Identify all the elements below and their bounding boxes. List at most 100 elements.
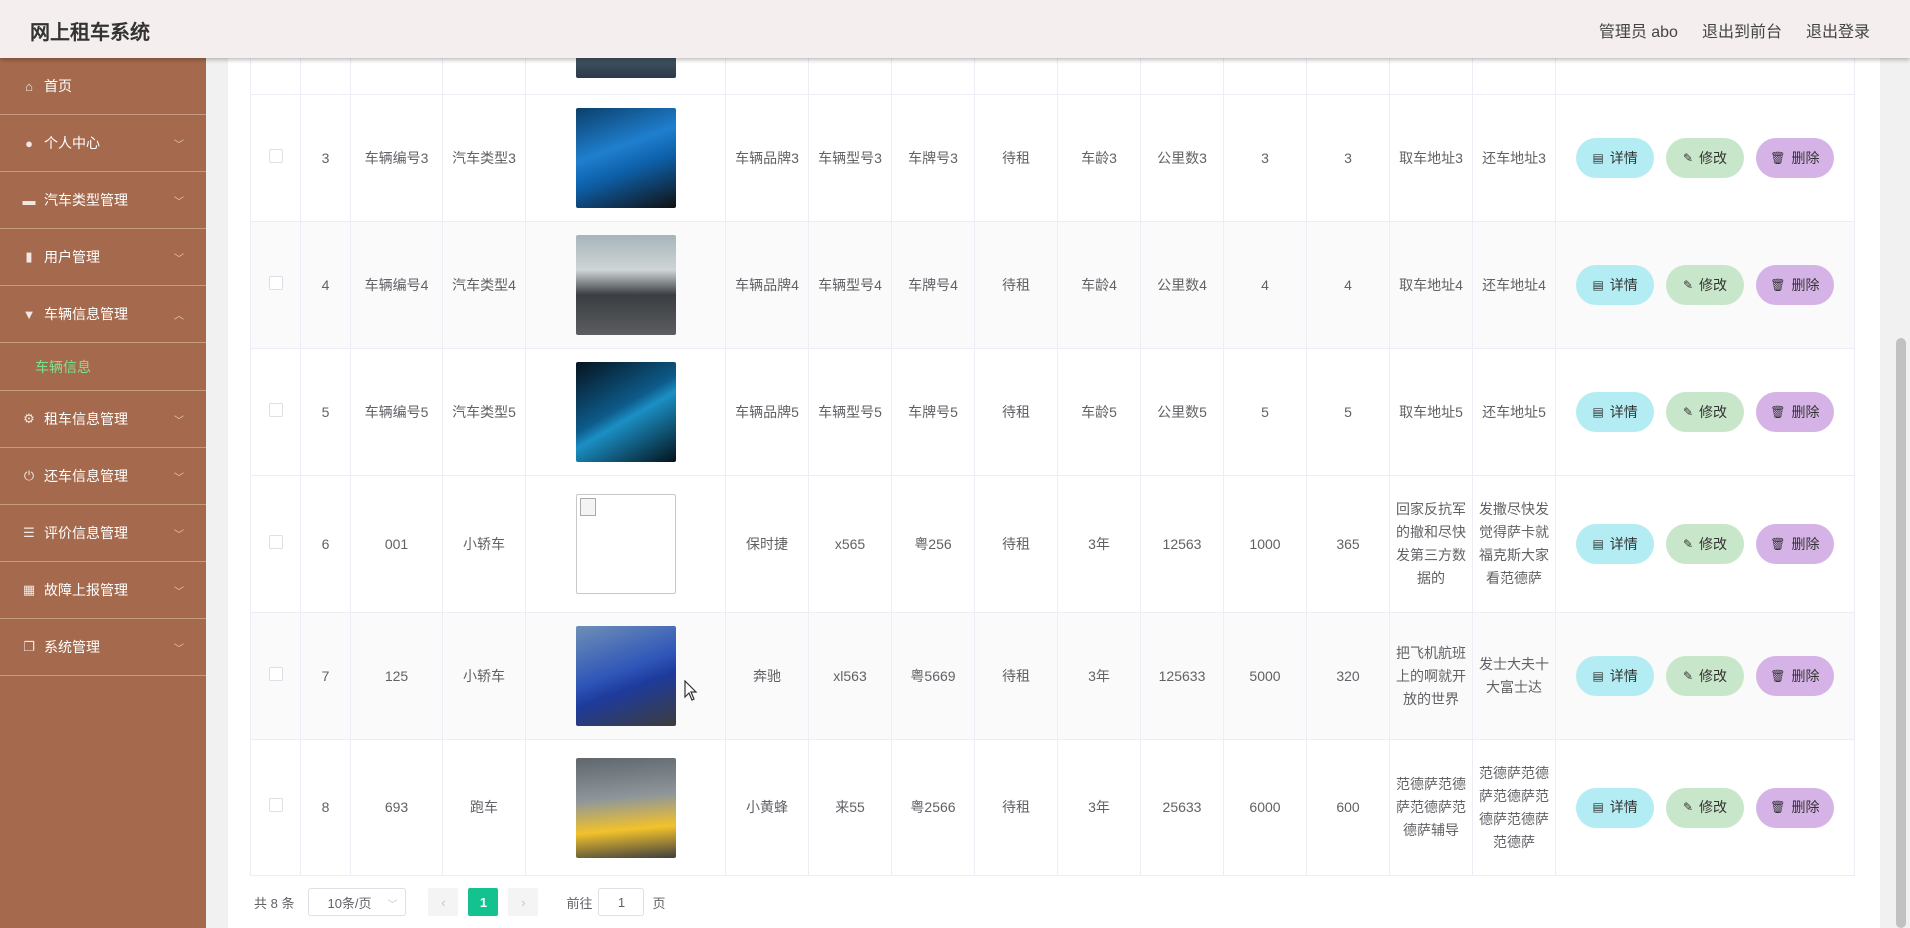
row-checkbox-cell [250,348,301,476]
edit-button[interactable]: ✎ 修改 [1666,656,1744,696]
chevron-down-icon: ﹀ [174,587,184,598]
trash-icon: 🗑 [1770,277,1786,292]
sidebar-item-label: 汽车类型管理 [44,192,128,208]
sidebar-subitem-vehicle-info[interactable]: 车辆信息 [0,343,206,391]
chevron-down-icon: ﹀ [174,140,184,151]
vehicle-model: 来55 [808,739,892,876]
sidebar-item-faults[interactable]: ▦ 故障上报管理 ﹀ [0,562,206,619]
detail-button[interactable]: ▤ 详情 [1576,392,1655,432]
chevron-down-icon: ﹀ [174,530,184,541]
sidebar-item-users[interactable]: ▮ 用户管理 ﹀ [0,229,206,286]
sidebar-item-rental[interactable]: ⚙ 租车信息管理 ﹀ [0,391,206,448]
page-number-current[interactable]: 1 [468,888,499,916]
delete-button[interactable]: 🗑 删除 [1755,392,1834,432]
delete-button[interactable]: 🗑 删除 [1755,524,1834,564]
row-actions: ▤ 详情 ✎ 修改 🗑 删除 [1555,739,1855,876]
briefcase-icon: ▬ [22,192,36,208]
delete-button[interactable]: 🗑 删除 [1755,787,1834,828]
prev-page-button[interactable]: ‹ [428,888,459,916]
admin-user-label[interactable]: 管理员 abo [1599,18,1678,42]
back-to-front-link[interactable]: 退出到前台 [1702,18,1782,42]
top-header: 网上租车系统 管理员 abo 退出到前台 退出登录 [0,0,1910,58]
row-checkbox[interactable] [268,402,283,417]
edit-button[interactable]: ✎ 修改 [1666,392,1744,432]
vehicle-value-2: 600 [1306,739,1390,876]
row-checkbox[interactable] [268,798,283,812]
sidebar-item-profile[interactable]: ● 个人中心 ﹀ [0,115,206,172]
page-size-select[interactable]: 10条/页 ﹀ [308,888,407,916]
detail-button[interactable]: ▤ 详情 [1576,138,1655,178]
row-checkbox[interactable] [268,275,283,290]
chevron-down-icon: ﹀ [174,254,184,265]
vehicle-mileage: 公里数5 [1140,348,1224,476]
edit-button[interactable]: ✎ 修改 [1666,138,1744,178]
delete-button[interactable]: 🗑 删除 [1755,138,1834,178]
scrollbar-thumb[interactable] [1896,338,1906,928]
sidebar-item-return[interactable]: ⏻ 还车信息管理 ﹀ [0,448,206,505]
sidebar-item-home[interactable]: ⌂ 首页 [0,58,206,115]
row-checkbox[interactable] [268,666,283,681]
vehicle-plate: 车牌号4 [891,221,975,349]
vehicle-value-1: 5000 [1223,612,1307,740]
vehicle-model: x565 [808,475,892,613]
vehicle-status: 待租 [974,94,1058,222]
row-index: 7 [300,612,351,740]
photo-cell [525,612,726,740]
button-label: 详情 [1609,535,1638,552]
sidebar-item-vehicle-info[interactable]: ▼ 车辆信息管理 ︿ [0,286,206,343]
grid-icon: ▦ [22,582,36,597]
vehicle-value-2: 4 [1306,221,1390,349]
pickup-address: 取车地址3 [1389,94,1473,222]
row-index: 8 [300,739,351,876]
button-label: 详情 [1609,276,1638,293]
vehicle-value-1: 5 [1223,348,1307,476]
detail-button[interactable]: ▤ 详情 [1576,265,1655,305]
vehicle-age: 车龄4 [1057,221,1141,349]
vehicle-status: 待租 [974,221,1058,349]
vehicle-type: 汽车类型4 [442,221,526,349]
goto-page-input[interactable]: 1 [598,888,645,916]
trash-icon: 🗑 [1770,668,1786,683]
vehicle-value-1: 6000 [1223,739,1307,876]
row-actions: ▤ 详情 ✎ 修改 🗑 删除 [1555,475,1855,613]
button-label: 修改 [1699,276,1728,293]
vehicle-model: 车辆型号3 [808,94,892,222]
sidebar-item-car-type[interactable]: ▬ 汽车类型管理 ﹀ [0,172,206,229]
edit-button[interactable]: ✎ 修改 [1666,265,1744,305]
row-checkbox-cell [250,475,301,613]
pencil-icon: ✎ [1682,150,1694,165]
vehicle-mileage: 公里数4 [1140,221,1224,349]
vehicle-age: 车龄3 [1057,94,1141,222]
vehicle-brand: 小黄蜂 [725,739,809,876]
vehicle-code: 车辆编号3 [350,94,443,222]
sidebar-item-reviews[interactable]: ☰ 评价信息管理 ﹀ [0,505,206,562]
sidebar-item-system[interactable]: ❐ 系统管理 ﹀ [0,619,206,676]
edit-button[interactable]: ✎ 修改 [1666,787,1744,828]
document-icon: ▤ [1592,536,1604,551]
next-page-button[interactable]: › [508,888,539,916]
delete-button[interactable]: 🗑 删除 [1755,656,1834,696]
detail-button[interactable]: ▤ 详情 [1576,656,1655,696]
detail-button[interactable]: ▤ 详情 [1576,787,1655,828]
edit-button[interactable]: ✎ 修改 [1666,524,1744,564]
return-address: 发撒尽快发觉得萨卡就福克斯大家看范德萨 [1472,475,1556,613]
logout-link[interactable]: 退出登录 [1806,18,1870,42]
vehicle-value-2: 5 [1306,348,1390,476]
button-label: 详情 [1609,149,1638,166]
vehicle-plate: 粤256 [891,475,975,613]
vehicle-code: 车辆编号4 [350,221,443,349]
table-row: 6 001 小轿车 保时捷 x565 粤256 待租 3年 12563 1000… [250,475,1855,613]
settings-icon: ⚙ [23,411,35,426]
button-label: 删除 [1791,403,1820,420]
delete-button[interactable]: 🗑 删除 [1755,265,1834,305]
pin-icon: ▼ [22,306,36,322]
button-label: 修改 [1699,799,1728,815]
row-checkbox[interactable] [268,148,283,163]
page-scrollbar[interactable] [1892,58,1910,928]
row-checkbox[interactable] [268,534,283,549]
table-row: 7 125 小轿车 奔驰 xl563 粤5669 待租 3年 125633 50… [250,612,1855,740]
vehicle-mileage: 25633 [1140,739,1224,876]
vehicle-plate: 粤2566 [891,739,975,876]
detail-button[interactable]: ▤ 详情 [1576,524,1655,564]
home-icon: ⌂ [25,78,33,94]
